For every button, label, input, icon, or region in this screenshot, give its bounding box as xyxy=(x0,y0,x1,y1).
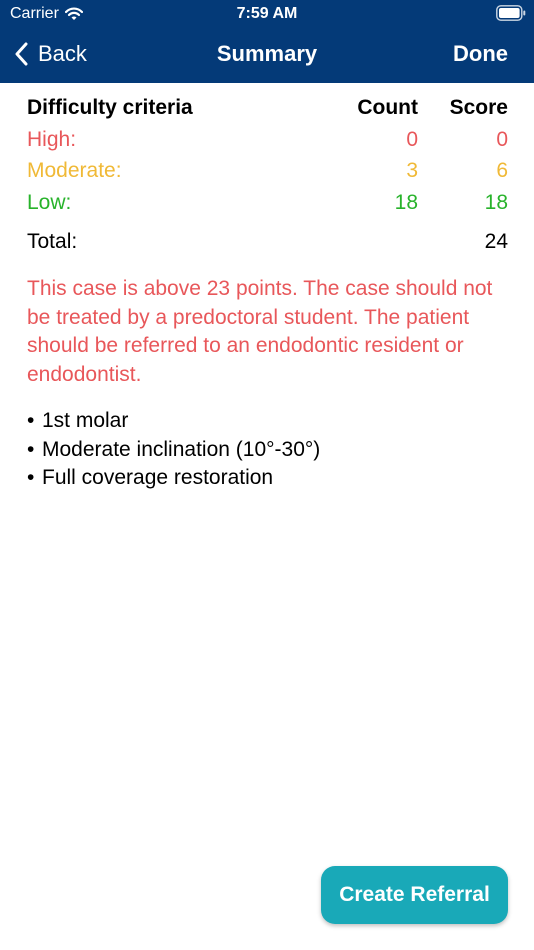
factor-list: 1st molar Moderate inclination (10°-30°)… xyxy=(27,407,507,493)
row-count: 0 xyxy=(406,127,418,151)
row-label: Moderate: xyxy=(27,159,122,182)
navigation-bar: Carrier 7:59 AM Back Summary Done xyxy=(0,0,534,83)
difficulty-table: Difficulty criteria Count Score High: 0 … xyxy=(27,92,508,218)
row-moderate: Moderate: 3 6 xyxy=(27,155,508,187)
list-item: Moderate inclination (10°-30°) xyxy=(27,436,507,465)
row-score: 18 xyxy=(484,190,508,214)
row-low: Low: 18 18 xyxy=(27,187,508,219)
row-score: 6 xyxy=(496,159,508,182)
row-count: 3 xyxy=(406,159,418,182)
row-count: 18 xyxy=(394,190,418,214)
battery-icon xyxy=(496,5,526,21)
done-button[interactable]: Done xyxy=(453,38,508,70)
row-label: Low: xyxy=(27,190,72,214)
list-item: 1st molar xyxy=(27,407,507,436)
total-row: Total: 24 xyxy=(27,227,508,257)
status-time: 7:59 AM xyxy=(236,5,298,22)
table-header: Difficulty criteria Count Score xyxy=(27,92,508,124)
total-label: Total: xyxy=(27,230,78,253)
score-header: Score xyxy=(449,96,508,119)
criteria-header: Difficulty criteria xyxy=(27,96,193,119)
row-high: High: 0 0 xyxy=(27,124,508,156)
create-referral-button[interactable]: Create Referral xyxy=(321,866,508,924)
referral-warning: This case is above 23 points. The case s… xyxy=(27,277,493,386)
count-header: Count xyxy=(357,96,418,119)
total-score: 24 xyxy=(484,230,508,253)
row-score: 0 xyxy=(496,127,508,151)
row-label: High: xyxy=(27,127,77,151)
list-item: Full coverage restoration xyxy=(27,464,507,493)
